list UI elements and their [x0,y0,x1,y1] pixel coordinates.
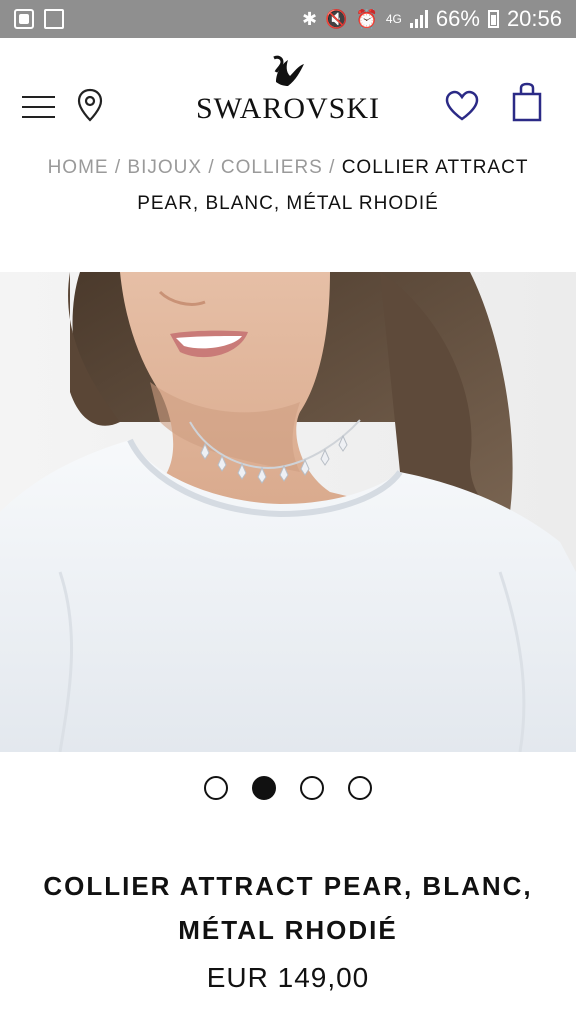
breadcrumb-separator: / [208,157,221,178]
alarm-icon: ⏰ [355,9,378,29]
signal-icon [409,10,428,28]
logo-text: SWAROVSKI [195,92,381,125]
location-pin-icon[interactable] [76,88,104,122]
swarovski-logo[interactable]: SWAROVSKI [190,52,386,132]
outlook-notification-icon [14,9,34,29]
carousel-dot-1[interactable] [204,776,228,800]
shopping-bag-icon[interactable] [512,82,542,122]
carousel-dot-2[interactable] [252,776,276,800]
battery-level: 66% [435,6,480,31]
battery-icon [487,10,499,28]
status-notifications [14,9,64,29]
breadcrumb: HOME / BIJOUX / COLLIERS / COLLIER ATTRA… [40,150,536,222]
product-title: COLLIER ATTRACT PEAR, BLANC, MÉTAL RHODI… [43,871,533,945]
breadcrumb-bijoux[interactable]: BIJOUX [127,157,202,178]
network-type: 4G [385,12,402,26]
swan-logo-icon [273,55,304,86]
status-time: 20:56 [506,6,562,31]
product-image[interactable] [0,272,576,752]
model-wearing-necklace-image [0,272,576,752]
status-bar: ✱ 🔇 ⏰ 4G 66% 20:56 [0,0,576,38]
carousel-dot-4[interactable] [348,776,372,800]
menu-icon[interactable] [22,96,55,118]
status-indicators: ✱ 🔇 ⏰ 4G 66% 20:56 [302,6,562,32]
carousel-dots [0,776,576,800]
site-header: SWAROVSKI [0,38,576,146]
breadcrumb-home[interactable]: HOME [48,157,109,178]
breadcrumb-separator: / [329,157,342,178]
bluetooth-icon: ✱ [301,9,318,29]
mute-icon: 🔇 [325,9,348,29]
breadcrumb-separator: / [114,157,128,178]
recycle-notification-icon [44,9,64,29]
carousel-dot-3[interactable] [300,776,324,800]
heart-icon[interactable] [444,90,480,122]
product-price: EUR 149,00 [206,962,370,993]
breadcrumb-colliers[interactable]: COLLIERS [221,157,323,178]
